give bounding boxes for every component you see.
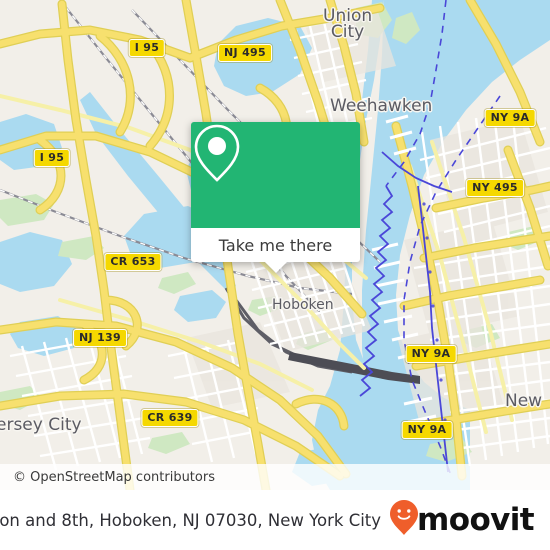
- highway-shield-nj139: NJ 139: [73, 329, 127, 347]
- bottom-info-bar: Madison and 8th, Hoboken, NJ 07030, New …: [0, 490, 550, 550]
- take-me-there-label: Take me there: [218, 235, 333, 255]
- map-canvas[interactable]: Union City Weehawken Hoboken ersey City …: [0, 0, 550, 490]
- location-popup-card[interactable]: Take me there: [191, 122, 360, 273]
- moovit-wordmark: moovit: [417, 502, 535, 538]
- highway-shield-ny9a-south: NY 9A: [401, 421, 453, 439]
- popup-header: [191, 122, 360, 228]
- highway-shield-cr653: CR 653: [104, 253, 162, 271]
- highway-shield-ny9a-north: NY 9A: [484, 109, 536, 127]
- popup-pointer-tail: [264, 262, 287, 273]
- attribution-text: © OpenStreetMap contributors: [13, 469, 215, 485]
- moovit-logo[interactable]: moovit: [389, 499, 535, 542]
- highway-shield-i95-north: I 95: [128, 39, 166, 57]
- highway-shield-nj495: NJ 495: [218, 44, 272, 62]
- take-me-there-button[interactable]: Take me there: [191, 228, 360, 262]
- map-attribution[interactable]: © OpenStreetMap contributors: [0, 464, 550, 490]
- highway-shield-ny495: NY 495: [466, 179, 524, 197]
- highway-shield-i95-west: I 95: [33, 149, 71, 167]
- highway-shield-ny9a-mid: NY 9A: [405, 345, 457, 363]
- highway-shield-cr639: CR 639: [141, 409, 199, 427]
- screenshot-root: Union City Weehawken Hoboken ersey City …: [0, 0, 550, 550]
- moovit-smiley-pin-icon: [389, 499, 419, 542]
- address-text: Madison and 8th, Hoboken, NJ 07030, New …: [0, 510, 382, 530]
